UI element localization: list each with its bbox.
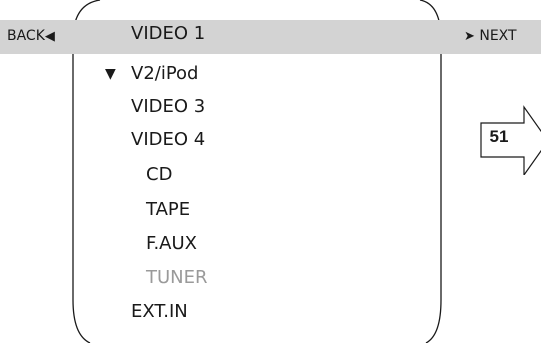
- back-arrow-icon: ◀: [44, 29, 55, 44]
- back-button[interactable]: BACK◀: [7, 27, 55, 46]
- menu-item-tape[interactable]: TAPE: [146, 199, 190, 221]
- selected-row-highlight: [0, 20, 541, 54]
- back-label: BACK: [7, 28, 45, 44]
- next-arrow-icon: ➤: [464, 29, 475, 44]
- menu-item-cd[interactable]: CD: [146, 164, 172, 186]
- page-reference-number[interactable]: 51: [481, 119, 517, 155]
- menu-item-tuner[interactable]: TUNER: [146, 267, 208, 289]
- cursor-down-triangle-icon: ▼: [105, 66, 116, 82]
- menu-item-video-4[interactable]: VIDEO 4: [131, 129, 205, 151]
- next-label: NEXT: [479, 28, 517, 44]
- menu-item-video-1[interactable]: VIDEO 1: [131, 23, 205, 45]
- next-button[interactable]: ➤ NEXT: [464, 27, 517, 46]
- menu-item-f-aux[interactable]: F.AUX: [146, 233, 197, 255]
- menu-item-ext-in[interactable]: EXT.IN: [131, 301, 188, 323]
- menu-item-v2-ipod[interactable]: V2/iPod: [131, 63, 198, 85]
- menu-item-video-3[interactable]: VIDEO 3: [131, 96, 205, 118]
